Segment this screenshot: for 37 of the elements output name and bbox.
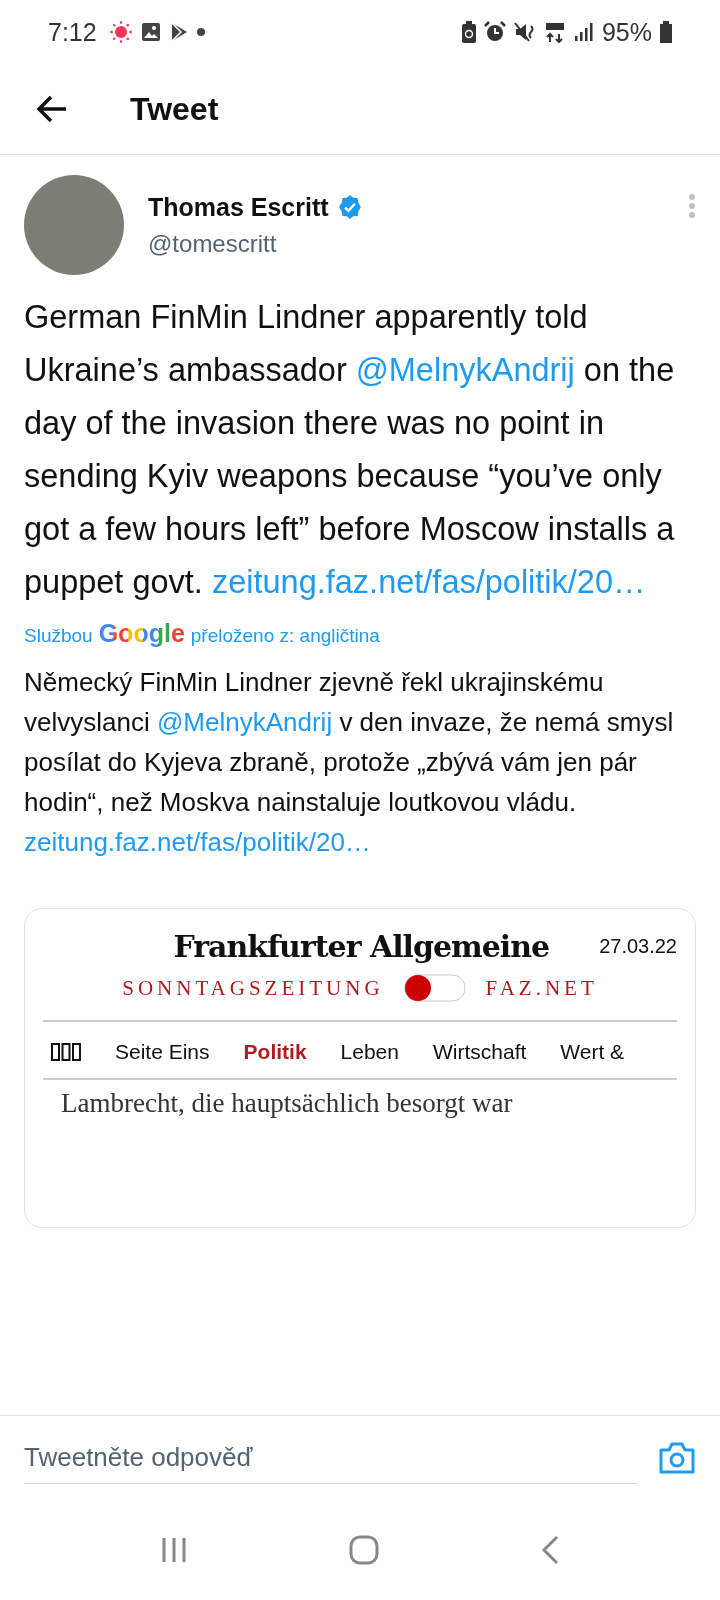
back-arrow-icon[interactable] bbox=[36, 95, 68, 123]
battery-saver-icon bbox=[461, 21, 476, 43]
camera-icon[interactable] bbox=[658, 1441, 696, 1475]
sun-icon bbox=[108, 20, 133, 44]
translation-source: přeloženo z: angličtina bbox=[190, 625, 380, 647]
network-icon bbox=[543, 21, 566, 43]
edition-label: FAZ.NET bbox=[485, 975, 598, 1001]
issue-date: 27.03.22 bbox=[599, 935, 677, 958]
article-screenshot[interactable]: Frankfurter Allgemeine 27.03.22 SONNTAGSZEITUNG FAZ.NET Seite Eins Politik Leben Wirtschaft Wert & Lambrecht, die hauptsächlich besorgt war bbox=[24, 908, 696, 1228]
section-tab[interactable]: Wert & bbox=[560, 1040, 625, 1064]
toggle-switch-icon bbox=[403, 974, 466, 1002]
signal-icon bbox=[573, 22, 594, 42]
battery-icon bbox=[660, 21, 672, 43]
edition-label: SONNTAGSZEITUNG bbox=[122, 975, 384, 1001]
tweet-text: German FinMin Lindner apparently told Ukraine’s ambassador @MelnykAndrij on the day of the invasion there was no point in sending Kyiv weapons because “you’ve only got a few hours left” before Moscow installs a puppet govt. zeitung.faz.net/fas/politik/20… bbox=[24, 298, 676, 602]
recent-apps-icon[interactable] bbox=[160, 1536, 189, 1564]
article-text: Lambrecht, die hauptsächlich besorgt war bbox=[60, 1087, 514, 1119]
translation-note: Službou bbox=[24, 625, 93, 647]
alarm-icon bbox=[483, 21, 506, 43]
section-tab[interactable]: Leben bbox=[340, 1040, 399, 1064]
battery-level: 95% bbox=[601, 17, 652, 47]
newspaper-masthead: Frankfurter Allgemeine bbox=[173, 929, 550, 964]
status-time: 7:12 bbox=[48, 17, 97, 47]
dot-icon bbox=[196, 28, 205, 36]
mute-icon bbox=[513, 21, 536, 43]
section-tab[interactable]: Seite Eins bbox=[115, 1040, 210, 1064]
author-name[interactable]: Thomas Escritt bbox=[148, 192, 329, 222]
section-tab[interactable]: Wirtschaft bbox=[433, 1040, 527, 1064]
back-icon[interactable] bbox=[539, 1535, 560, 1565]
author-handle[interactable]: @tomescritt bbox=[148, 229, 664, 258]
page-title: Tweet bbox=[130, 90, 219, 128]
image-icon bbox=[140, 22, 161, 42]
home-icon[interactable] bbox=[349, 1535, 379, 1565]
translated-text: Německý FinMin Lindner zjevně řekl ukrajinskému velvyslanci @MelnykAndrij v den invaze, že nemá smysl posílat do Kyjeva zbraně, protože „zbývá vám jen pár hodin“, než Moskva nainstaluje loutkovou vládu. zeitung.faz.net/fas/politik/20… bbox=[24, 666, 675, 859]
section-tab[interactable]: Politik bbox=[243, 1040, 307, 1064]
menu-icon bbox=[51, 1043, 81, 1061]
more-options-icon[interactable] bbox=[688, 193, 696, 219]
